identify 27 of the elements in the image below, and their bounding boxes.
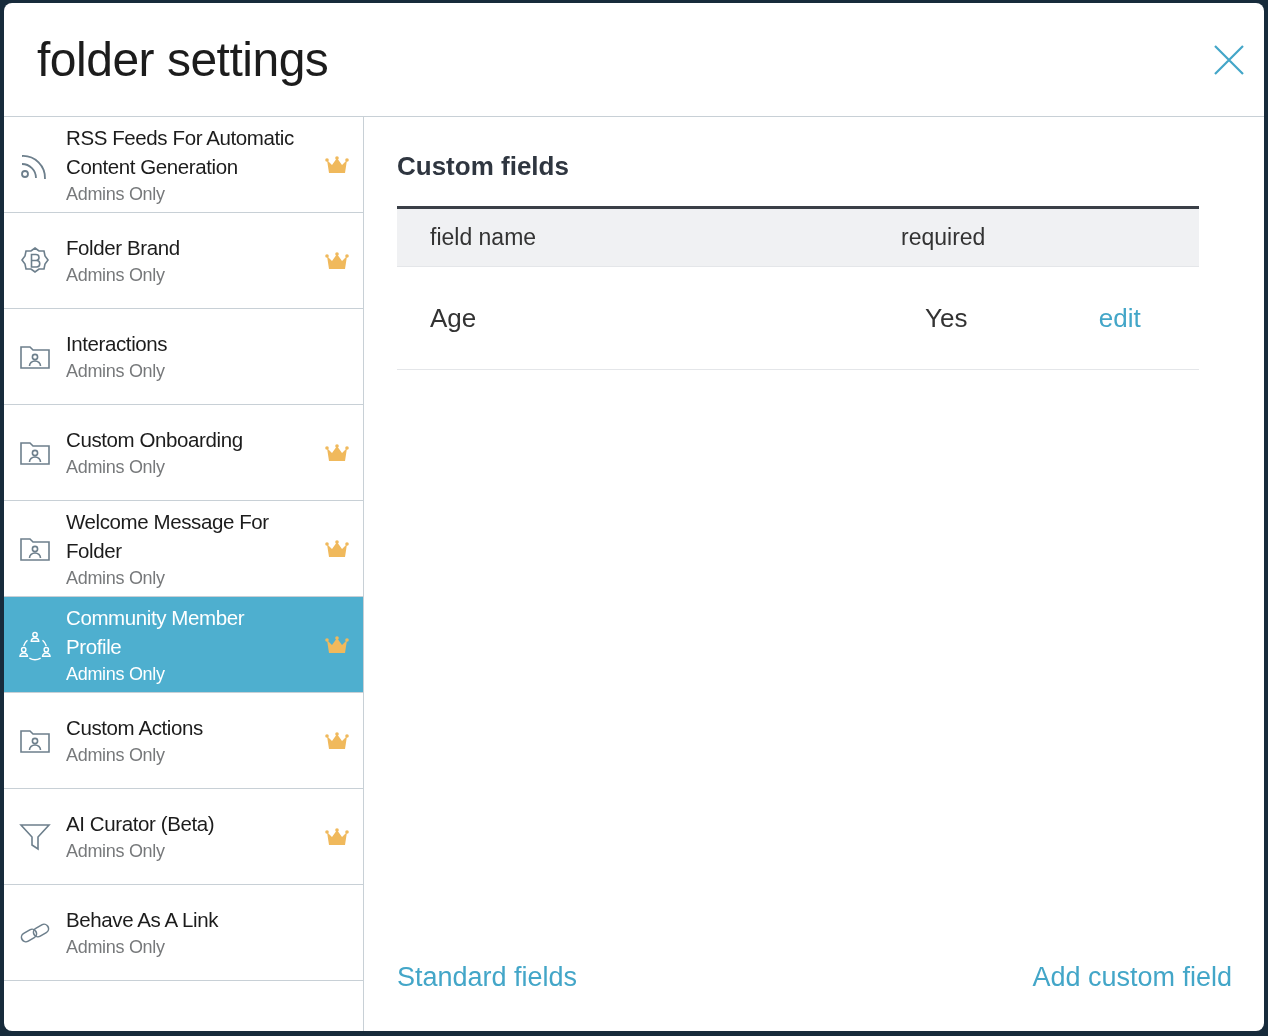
- item-title: Behave As A Link: [66, 907, 220, 933]
- item-title: Interactions: [66, 331, 169, 357]
- column-header: field name: [430, 224, 537, 250]
- item-subtitle: Admins Only: [66, 840, 166, 863]
- dialog-title: folder settings: [37, 32, 329, 87]
- item-title: Custom Onboarding: [66, 427, 244, 453]
- item-title: RSS Feeds For Automatic Content Generation: [66, 124, 295, 180]
- item-subtitle: Admins Only: [66, 936, 166, 959]
- funnel-icon: [19, 821, 51, 852]
- table-cell: Yes: [925, 302, 968, 333]
- item-subtitle: Admins Only: [66, 566, 166, 590]
- table-cell: Age: [430, 302, 477, 333]
- section-heading: Custom fields: [397, 151, 570, 182]
- item-subtitle: Admins Only: [66, 360, 166, 383]
- close-icon: [1214, 44, 1244, 75]
- item-subtitle: Admins Only: [66, 264, 166, 287]
- item-title: Folder Brand: [66, 235, 181, 261]
- column-header: required: [901, 224, 986, 250]
- item-title: AI Curator (Beta): [66, 811, 216, 837]
- item-title: Welcome Message For Folder: [66, 508, 270, 564]
- item-subtitle: Admins Only: [66, 662, 166, 686]
- item-subtitle: Admins Only: [66, 744, 166, 767]
- item-title: Custom Actions: [66, 715, 204, 741]
- item-subtitle: Admins Only: [66, 456, 166, 479]
- item-title: Community Member Profile: [66, 604, 246, 660]
- close-button[interactable]: [1214, 44, 1244, 75]
- item-subtitle: Admins Only: [66, 182, 166, 206]
